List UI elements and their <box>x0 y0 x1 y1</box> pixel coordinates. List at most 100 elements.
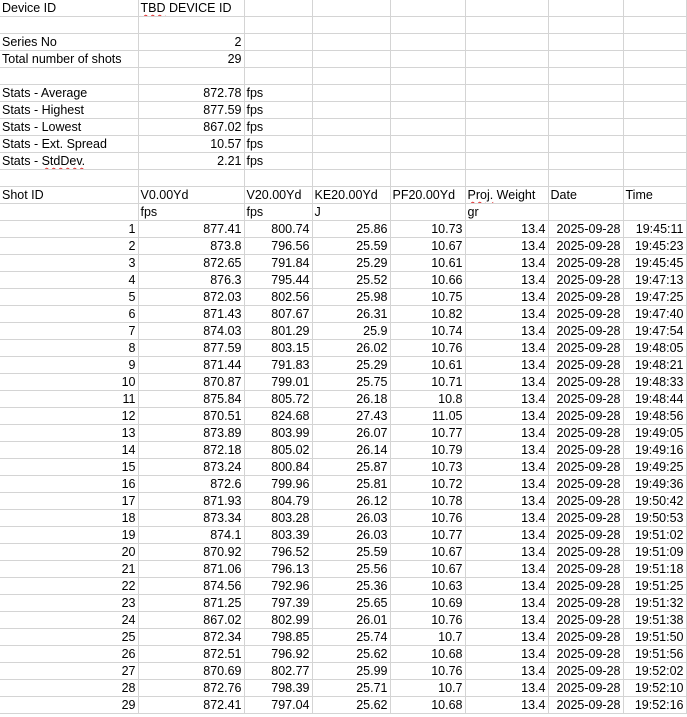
data-cell[interactable]: 2025-09-28 <box>548 696 624 714</box>
data-cell[interactable]: 13.4 <box>465 407 549 425</box>
data-cell[interactable]: 20 <box>0 543 139 561</box>
data-cell[interactable]: 10.67 <box>390 543 466 561</box>
data-cell[interactable]: 13.4 <box>465 526 549 544</box>
data-cell[interactable]: 21 <box>0 560 139 578</box>
cell[interactable] <box>244 50 313 68</box>
data-cell[interactable]: 19:52:10 <box>623 679 687 697</box>
data-cell[interactable]: 2025-09-28 <box>548 662 624 680</box>
data-cell[interactable]: 25.71 <box>312 679 391 697</box>
cell[interactable] <box>138 16 245 34</box>
data-cell[interactable]: 10.63 <box>390 577 466 595</box>
data-cell[interactable]: 19:51:25 <box>623 577 687 595</box>
data-cell[interactable]: 25.98 <box>312 288 391 306</box>
data-cell[interactable]: 10.74 <box>390 322 466 340</box>
data-cell[interactable]: 25.59 <box>312 237 391 255</box>
data-cell[interactable]: 801.29 <box>244 322 313 340</box>
data-cell[interactable]: 19:47:54 <box>623 322 687 340</box>
cell[interactable] <box>465 101 549 119</box>
data-cell[interactable]: 19:51:18 <box>623 560 687 578</box>
cell[interactable] <box>548 50 624 68</box>
data-cell[interactable]: 802.99 <box>244 611 313 629</box>
device-id-label-cell[interactable]: Device ID <box>0 0 139 17</box>
unit-cell[interactable]: gr <box>465 203 549 221</box>
data-cell[interactable]: 25.99 <box>312 662 391 680</box>
cell[interactable] <box>465 33 549 51</box>
data-cell[interactable]: 19:51:02 <box>623 526 687 544</box>
data-cell[interactable]: 13.4 <box>465 662 549 680</box>
cell[interactable] <box>390 169 466 187</box>
data-cell[interactable]: 803.39 <box>244 526 313 544</box>
data-cell[interactable]: 13.4 <box>465 390 549 408</box>
data-cell[interactable]: 13.4 <box>465 220 549 238</box>
data-cell[interactable]: 10.76 <box>390 339 466 357</box>
data-cell[interactable]: 19:51:38 <box>623 611 687 629</box>
data-cell[interactable]: 26.03 <box>312 509 391 527</box>
data-cell[interactable]: 875.84 <box>138 390 245 408</box>
cell[interactable] <box>623 169 687 187</box>
data-cell[interactable]: 872.41 <box>138 696 245 714</box>
data-cell[interactable]: 870.87 <box>138 373 245 391</box>
data-cell[interactable]: 13.4 <box>465 424 549 442</box>
data-cell[interactable]: 13.4 <box>465 373 549 391</box>
data-cell[interactable]: 25.52 <box>312 271 391 289</box>
cell[interactable] <box>244 67 313 85</box>
data-cell[interactable]: 10.75 <box>390 288 466 306</box>
data-cell[interactable]: 18 <box>0 509 139 527</box>
cell[interactable] <box>623 16 687 34</box>
data-cell[interactable]: 10.69 <box>390 594 466 612</box>
cell[interactable] <box>312 135 391 153</box>
cell[interactable] <box>138 169 245 187</box>
cell[interactable] <box>623 0 687 17</box>
cell[interactable] <box>548 101 624 119</box>
cell[interactable] <box>623 135 687 153</box>
cell[interactable] <box>623 101 687 119</box>
cell[interactable] <box>244 33 313 51</box>
cell[interactable] <box>244 169 313 187</box>
cell[interactable] <box>465 0 549 17</box>
data-cell[interactable]: 2025-09-28 <box>548 254 624 272</box>
cell[interactable] <box>548 118 624 136</box>
cell[interactable] <box>623 33 687 51</box>
data-cell[interactable]: 26.31 <box>312 305 391 323</box>
unit-cell[interactable] <box>390 203 466 221</box>
stats-unit-cell[interactable]: fps <box>244 84 313 102</box>
data-cell[interactable]: 19:45:23 <box>623 237 687 255</box>
total-shots-value-cell[interactable]: 29 <box>138 50 245 68</box>
data-cell[interactable]: 11.05 <box>390 407 466 425</box>
data-cell[interactable]: 19:48:56 <box>623 407 687 425</box>
data-cell[interactable]: 13.4 <box>465 492 549 510</box>
data-cell[interactable]: 803.99 <box>244 424 313 442</box>
data-cell[interactable]: 874.56 <box>138 577 245 595</box>
data-cell[interactable]: 15 <box>0 458 139 476</box>
data-cell[interactable]: 795.44 <box>244 271 313 289</box>
data-cell[interactable]: 2025-09-28 <box>548 339 624 357</box>
data-cell[interactable]: 26.07 <box>312 424 391 442</box>
data-cell[interactable]: 2025-09-28 <box>548 509 624 527</box>
total-shots-label-cell[interactable]: Total number of shots <box>0 50 139 68</box>
data-cell[interactable]: 11 <box>0 390 139 408</box>
data-cell[interactable]: 13.4 <box>465 577 549 595</box>
data-cell[interactable]: 798.85 <box>244 628 313 646</box>
cell[interactable] <box>390 33 466 51</box>
data-cell[interactable]: 796.92 <box>244 645 313 663</box>
data-cell[interactable]: 796.52 <box>244 543 313 561</box>
cell[interactable] <box>312 67 391 85</box>
data-cell[interactable]: 797.04 <box>244 696 313 714</box>
cell[interactable] <box>465 135 549 153</box>
data-cell[interactable]: 10.76 <box>390 509 466 527</box>
cell[interactable] <box>0 169 139 187</box>
data-cell[interactable]: 2025-09-28 <box>548 220 624 238</box>
stats-label-cell[interactable]: Stats - Ext. Spread <box>0 135 139 153</box>
data-cell[interactable]: 872.18 <box>138 441 245 459</box>
cell[interactable] <box>312 152 391 170</box>
stats-value-cell[interactable]: 10.57 <box>138 135 245 153</box>
data-cell[interactable]: 22 <box>0 577 139 595</box>
cell[interactable] <box>312 118 391 136</box>
cell[interactable] <box>390 152 466 170</box>
data-cell[interactable]: 13.4 <box>465 237 549 255</box>
data-cell[interactable]: 800.84 <box>244 458 313 476</box>
data-cell[interactable]: 13.4 <box>465 305 549 323</box>
data-cell[interactable]: 25 <box>0 628 139 646</box>
unit-cell[interactable] <box>0 203 139 221</box>
data-cell[interactable]: 13.4 <box>465 356 549 374</box>
